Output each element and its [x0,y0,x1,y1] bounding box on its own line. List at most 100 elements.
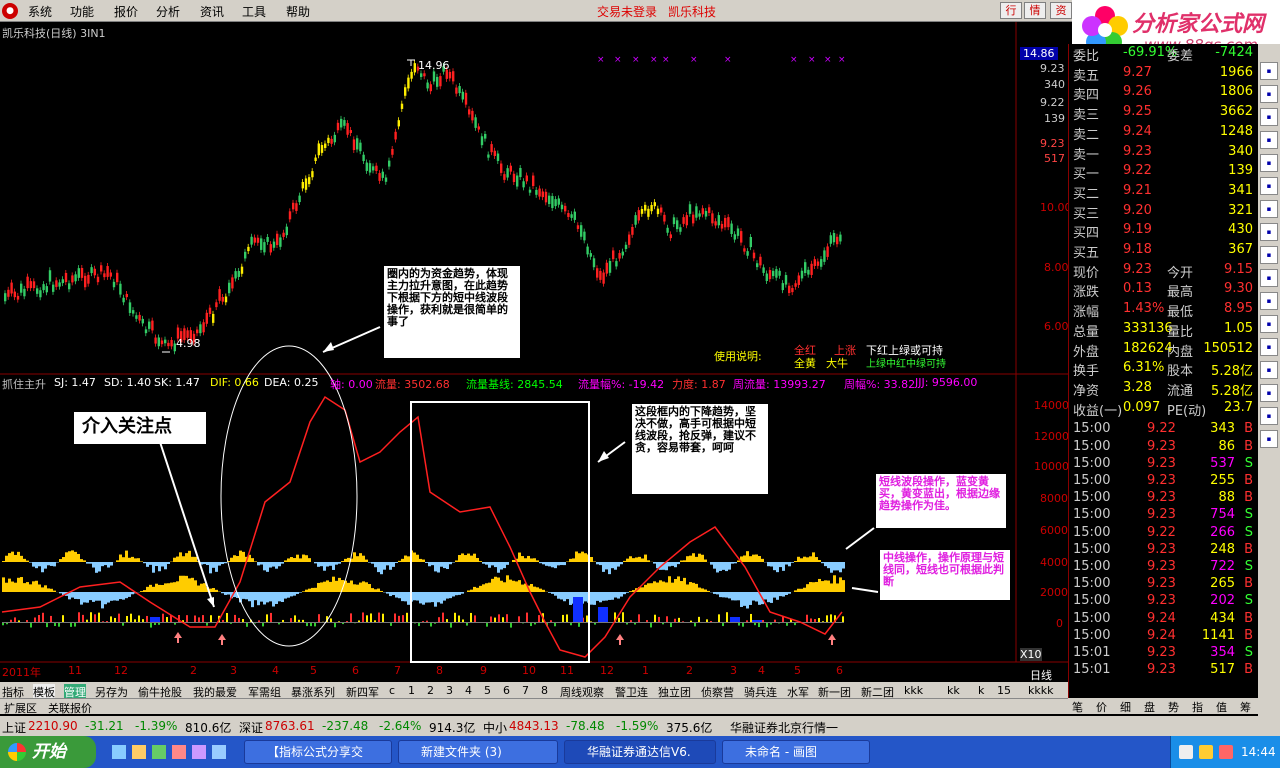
detail-tab[interactable]: 盘 [1144,699,1155,715]
start-button[interactable]: 开始 [0,736,96,768]
flow-bar [474,615,476,622]
quote-row-bid: 买一 9.22 139 [1071,162,1257,182]
toolbar-icon[interactable]: ▪ [1260,62,1278,80]
tick-row: 15:00 9.23 248 B [1071,541,1257,559]
detail-tab[interactable]: 势 [1168,699,1179,715]
taskbar-item-paint[interactable]: 未命名 - 画图 [722,740,870,764]
tick-row: 15:00 9.22 266 S [1071,524,1257,542]
flow-bar [338,621,340,622]
quicklaunch-icon[interactable] [132,745,146,759]
vol-axis-label: 10000 [1034,460,1069,473]
toolbar-icon[interactable]: ▪ [1260,315,1278,333]
formula-tab[interactable]: k [978,684,984,697]
short-wave-bar [725,562,728,572]
zi-button[interactable]: 资 [1050,2,1072,19]
index-value: 375.6亿 [666,721,713,735]
quote-button[interactable]: 行 [1000,2,1022,19]
quote-key2: 内盘 [1167,344,1194,360]
short-wave-bar [533,558,536,562]
flow-bar [166,616,168,622]
mid-wave-bar [821,581,824,592]
formula-tab[interactable]: 1 [408,684,415,697]
short-wave-bar [380,562,383,575]
toolbar-icon[interactable]: ▪ [1260,154,1278,172]
formula-tab[interactable]: kk [947,684,960,697]
toolbar-icon[interactable]: ▪ [1260,223,1278,241]
toolbar-icon[interactable]: ▪ [1260,338,1278,356]
taskbar-item-tdx[interactable]: 华融证券通达信V6. [564,740,716,764]
short-wave-bar [608,562,611,575]
mid-wave-bar [473,586,476,592]
index-value: 上证 [2,721,27,735]
tray-icon[interactable] [1179,745,1193,759]
detail-tab[interactable]: 细 [1120,699,1131,715]
formula-tab[interactable]: 8 [541,684,548,697]
menu-help[interactable]: 帮助 [286,3,310,20]
flow-baseline [2,622,844,623]
formula-tab[interactable]: c [389,684,395,697]
toolbar-icon[interactable]: ▪ [1260,430,1278,448]
quicklaunch-icon[interactable] [112,745,126,759]
app-icon[interactable]: ● [2,3,18,19]
formula-tab[interactable]: 6 [503,684,510,697]
short-wave-bar [29,562,32,563]
toolbar-icon[interactable]: ▪ [1260,384,1278,402]
detail-tab[interactable]: 指 [1192,699,1203,715]
toolbar-icon[interactable]: ▪ [1260,108,1278,126]
mid-wave-bar [35,580,38,592]
info-button[interactable]: 情 [1024,2,1046,19]
formula-tab[interactable]: kkk [904,684,923,697]
formula-tab[interactable]: 2 [427,684,434,697]
candle [112,281,116,288]
toolbar-icon[interactable]: ▪ [1260,246,1278,264]
formula-tab[interactable]: kkkk [1028,684,1053,697]
quicklaunch-icon[interactable] [212,745,226,759]
flow-bar [10,619,12,622]
taskbar-item-folder[interactable]: 新建文件夹 (3) [398,740,558,764]
menu-info[interactable]: 资讯 [200,3,224,20]
short-wave-bar [647,560,650,562]
tray-icon[interactable] [1219,745,1233,759]
taskbar-item-browser[interactable]: 【指标公式分享交 [244,740,392,764]
tab-extension[interactable]: 扩展区 [4,700,37,716]
short-wave-bar [572,558,575,562]
quicklaunch-icon[interactable] [152,745,166,759]
trade-status[interactable]: 交易未登录 [597,3,657,20]
menu-function[interactable]: 功能 [70,3,94,20]
menu-analysis[interactable]: 分析 [156,3,180,20]
detail-tab[interactable]: 价 [1096,699,1107,715]
toolbar-icon[interactable]: ▪ [1260,200,1278,218]
menu-quote[interactable]: 报价 [114,3,138,20]
toolbar-icon[interactable]: ▪ [1260,361,1278,379]
tick-row: 15:00 9.24 434 B [1071,610,1257,628]
formula-tab[interactable]: 15 [997,684,1011,697]
toolbar-icon[interactable]: ▪ [1260,131,1278,149]
annotation-arrow [851,587,879,593]
menu-system[interactable]: 系统 [28,3,52,20]
detail-tab[interactable]: 值 [1216,699,1227,715]
formula-tab[interactable]: 5 [484,684,491,697]
quicklaunch-icon[interactable] [172,745,186,759]
toolbar-icon[interactable]: ▪ [1260,407,1278,425]
formula-tab[interactable]: 4 [465,684,472,697]
candle [592,258,596,268]
quicklaunch-icon[interactable] [192,745,206,759]
chart-area[interactable]: × × × × × × × × × × × 凯乐科技(日线) 3IN1 14.96 4.98 14.… [0,22,1072,702]
clock[interactable]: 14:44 [1241,745,1276,759]
toolbar-icon[interactable]: ▪ [1260,292,1278,310]
mid-wave-bar [764,592,767,600]
toolbar-icon[interactable]: ▪ [1260,177,1278,195]
toolbar-icon[interactable]: ▪ [1260,85,1278,103]
tick-row: 15:00 9.24 1141 B [1071,627,1257,645]
formula-tab[interactable]: 3 [446,684,453,697]
menu-tools[interactable]: 工具 [242,3,266,20]
flow-bar [82,614,84,622]
tray-icon[interactable] [1199,745,1213,759]
candle [656,208,660,215]
detail-tab[interactable]: 笔 [1072,699,1083,715]
toolbar-icon[interactable]: ▪ [1260,269,1278,287]
formula-tab[interactable]: 7 [522,684,529,697]
detail-tab[interactable]: 筹 [1240,699,1251,715]
tab-related-quote[interactable]: 关联报价 [48,700,92,716]
period-label[interactable]: 日线 [1030,667,1052,683]
